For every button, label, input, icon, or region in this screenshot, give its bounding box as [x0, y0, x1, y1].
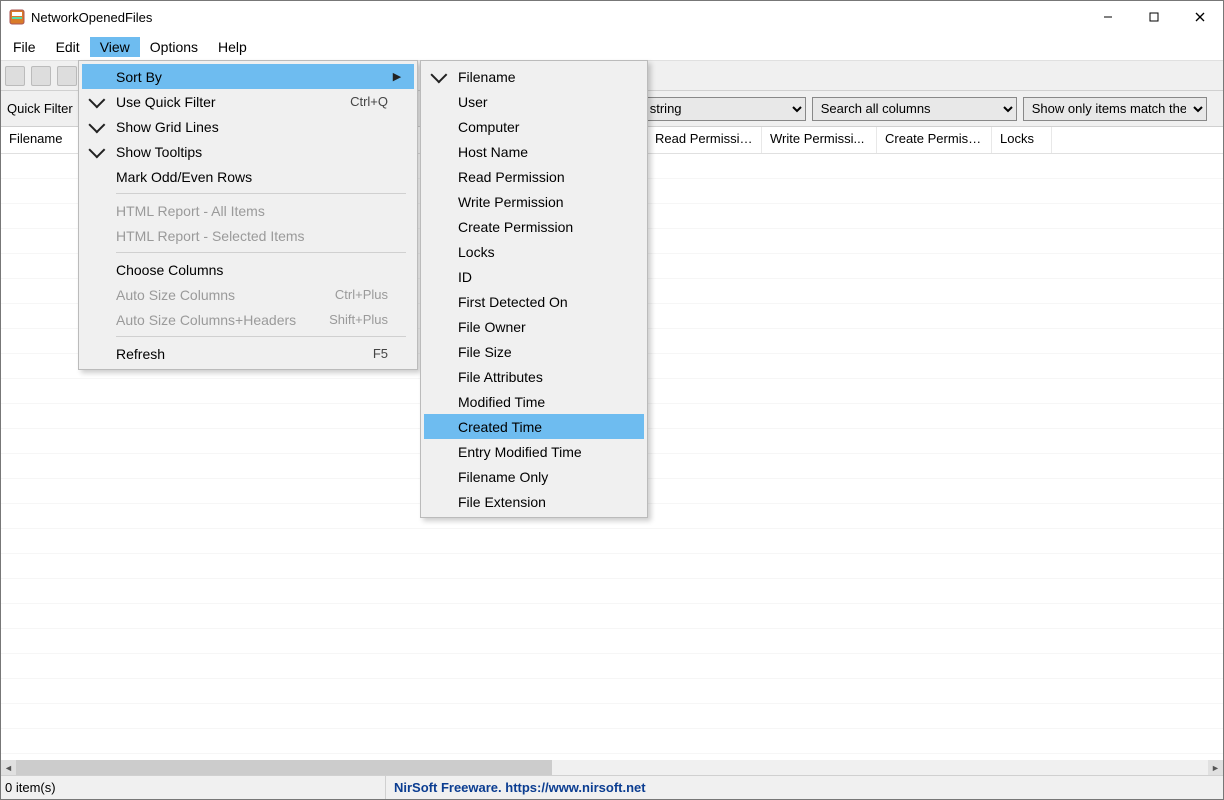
- menu-separator: [116, 336, 406, 337]
- menu-file[interactable]: File: [3, 37, 46, 57]
- sort-by-create-permission[interactable]: Create Permission: [424, 214, 644, 239]
- sort-by-host-name[interactable]: Host Name: [424, 139, 644, 164]
- sort-option-label: Created Time: [458, 419, 542, 435]
- sort-option-label: Locks: [458, 244, 495, 260]
- menu-separator: [116, 252, 406, 253]
- check-icon: [88, 91, 105, 108]
- sort-option-label: Entry Modified Time: [458, 444, 582, 460]
- menu-show-grid-lines[interactable]: Show Grid Lines: [82, 114, 414, 139]
- sort-by-submenu: Filename User Computer Host Name Read Permis…: [420, 60, 648, 518]
- titlebar: NetworkOpenedFiles: [1, 1, 1223, 33]
- menu-auto-size-headers: Auto Size Columns+HeadersShift+Plus: [82, 307, 414, 332]
- column-header[interactable]: Read Permission: [647, 127, 762, 153]
- menu-edit[interactable]: Edit: [46, 37, 90, 57]
- toolbar-button-2[interactable]: [31, 66, 51, 86]
- sort-option-label: Filename Only: [458, 469, 548, 485]
- menu-separator: [116, 193, 406, 194]
- toolbar-button-3[interactable]: [57, 66, 77, 86]
- window-title: NetworkOpenedFiles: [31, 10, 1085, 25]
- column-header[interactable]: Create Permiss...: [877, 127, 992, 153]
- sort-by-locks[interactable]: Locks: [424, 239, 644, 264]
- quick-filter-columns[interactable]: Search all columns: [812, 97, 1017, 121]
- sort-by-first-detected-on[interactable]: First Detected On: [424, 289, 644, 314]
- sort-by-write-permission[interactable]: Write Permission: [424, 189, 644, 214]
- scroll-left-arrow[interactable]: ◄: [1, 760, 16, 775]
- view-menu-dropdown: Sort By▶ Use Quick FilterCtrl+Q Show Gri…: [78, 60, 418, 370]
- sort-by-file-size[interactable]: File Size: [424, 339, 644, 364]
- menu-help[interactable]: Help: [208, 37, 257, 57]
- menu-view[interactable]: View: [90, 37, 140, 57]
- sort-option-label: User: [458, 94, 488, 110]
- scroll-thumb[interactable]: [16, 760, 552, 775]
- minimize-button[interactable]: [1085, 1, 1131, 33]
- quick-filter-match-mode[interactable]: Show only items match the f: [1023, 97, 1207, 121]
- menu-mark-odd-even[interactable]: Mark Odd/Even Rows: [82, 164, 414, 189]
- sort-by-created-time[interactable]: Created Time: [424, 414, 644, 439]
- sort-option-label: File Owner: [458, 319, 526, 335]
- sort-option-label: Host Name: [458, 144, 528, 160]
- check-icon: [430, 66, 447, 83]
- app-icon: [9, 9, 25, 25]
- sort-option-label: Modified Time: [458, 394, 545, 410]
- menubar: File Edit View Options Help: [1, 33, 1223, 61]
- menu-refresh[interactable]: RefreshF5: [82, 341, 414, 366]
- menu-html-all: HTML Report - All Items: [82, 198, 414, 223]
- quick-filter-label: Quick Filter: [7, 101, 73, 116]
- sort-option-label: File Attributes: [458, 369, 543, 385]
- sort-by-id[interactable]: ID: [424, 264, 644, 289]
- scroll-right-arrow[interactable]: ►: [1208, 760, 1223, 775]
- sort-by-read-permission[interactable]: Read Permission: [424, 164, 644, 189]
- statusbar: 0 item(s) NirSoft Freeware. https://www.…: [1, 775, 1223, 799]
- sort-option-label: Create Permission: [458, 219, 573, 235]
- sort-by-user[interactable]: User: [424, 89, 644, 114]
- sort-option-label: File Size: [458, 344, 512, 360]
- menu-show-tooltips[interactable]: Show Tooltips: [82, 139, 414, 164]
- sort-by-entry-modified-time[interactable]: Entry Modified Time: [424, 439, 644, 464]
- toolbar-button-1[interactable]: [5, 66, 25, 86]
- sort-by-filename-only[interactable]: Filename Only: [424, 464, 644, 489]
- sort-by-filename[interactable]: Filename: [424, 64, 644, 89]
- menu-auto-size-columns: Auto Size ColumnsCtrl+Plus: [82, 282, 414, 307]
- sort-option-label: First Detected On: [458, 294, 568, 310]
- sort-by-modified-time[interactable]: Modified Time: [424, 389, 644, 414]
- sort-option-label: Read Permission: [458, 169, 565, 185]
- sort-option-label: Computer: [458, 119, 519, 135]
- sort-by-file-owner[interactable]: File Owner: [424, 314, 644, 339]
- sort-by-computer[interactable]: Computer: [424, 114, 644, 139]
- status-link[interactable]: NirSoft Freeware. https://www.nirsoft.ne…: [386, 776, 1223, 799]
- menu-html-selected: HTML Report - Selected Items: [82, 223, 414, 248]
- chevron-right-icon: ▶: [388, 70, 406, 83]
- sort-by-file-attributes[interactable]: File Attributes: [424, 364, 644, 389]
- maximize-button[interactable]: [1131, 1, 1177, 33]
- check-icon: [88, 141, 105, 158]
- column-header[interactable]: Write Permissi...: [762, 127, 877, 153]
- sort-option-label: ID: [458, 269, 472, 285]
- status-item-count: 0 item(s): [1, 776, 386, 799]
- column-header[interactable]: Locks: [992, 127, 1052, 153]
- sort-option-label: Filename: [458, 69, 516, 85]
- sort-option-label: File Extension: [458, 494, 546, 510]
- check-icon: [88, 116, 105, 133]
- sort-option-label: Write Permission: [458, 194, 564, 210]
- sort-by-file-extension[interactable]: File Extension: [424, 489, 644, 514]
- menu-use-quick-filter[interactable]: Use Quick FilterCtrl+Q: [82, 89, 414, 114]
- quick-filter-search-mode[interactable]: string: [641, 97, 806, 121]
- horizontal-scrollbar[interactable]: ◄ ►: [1, 760, 1223, 775]
- menu-sort-by[interactable]: Sort By▶: [82, 64, 414, 89]
- close-button[interactable]: [1177, 1, 1223, 33]
- menu-options[interactable]: Options: [140, 37, 208, 57]
- menu-choose-columns[interactable]: Choose Columns: [82, 257, 414, 282]
